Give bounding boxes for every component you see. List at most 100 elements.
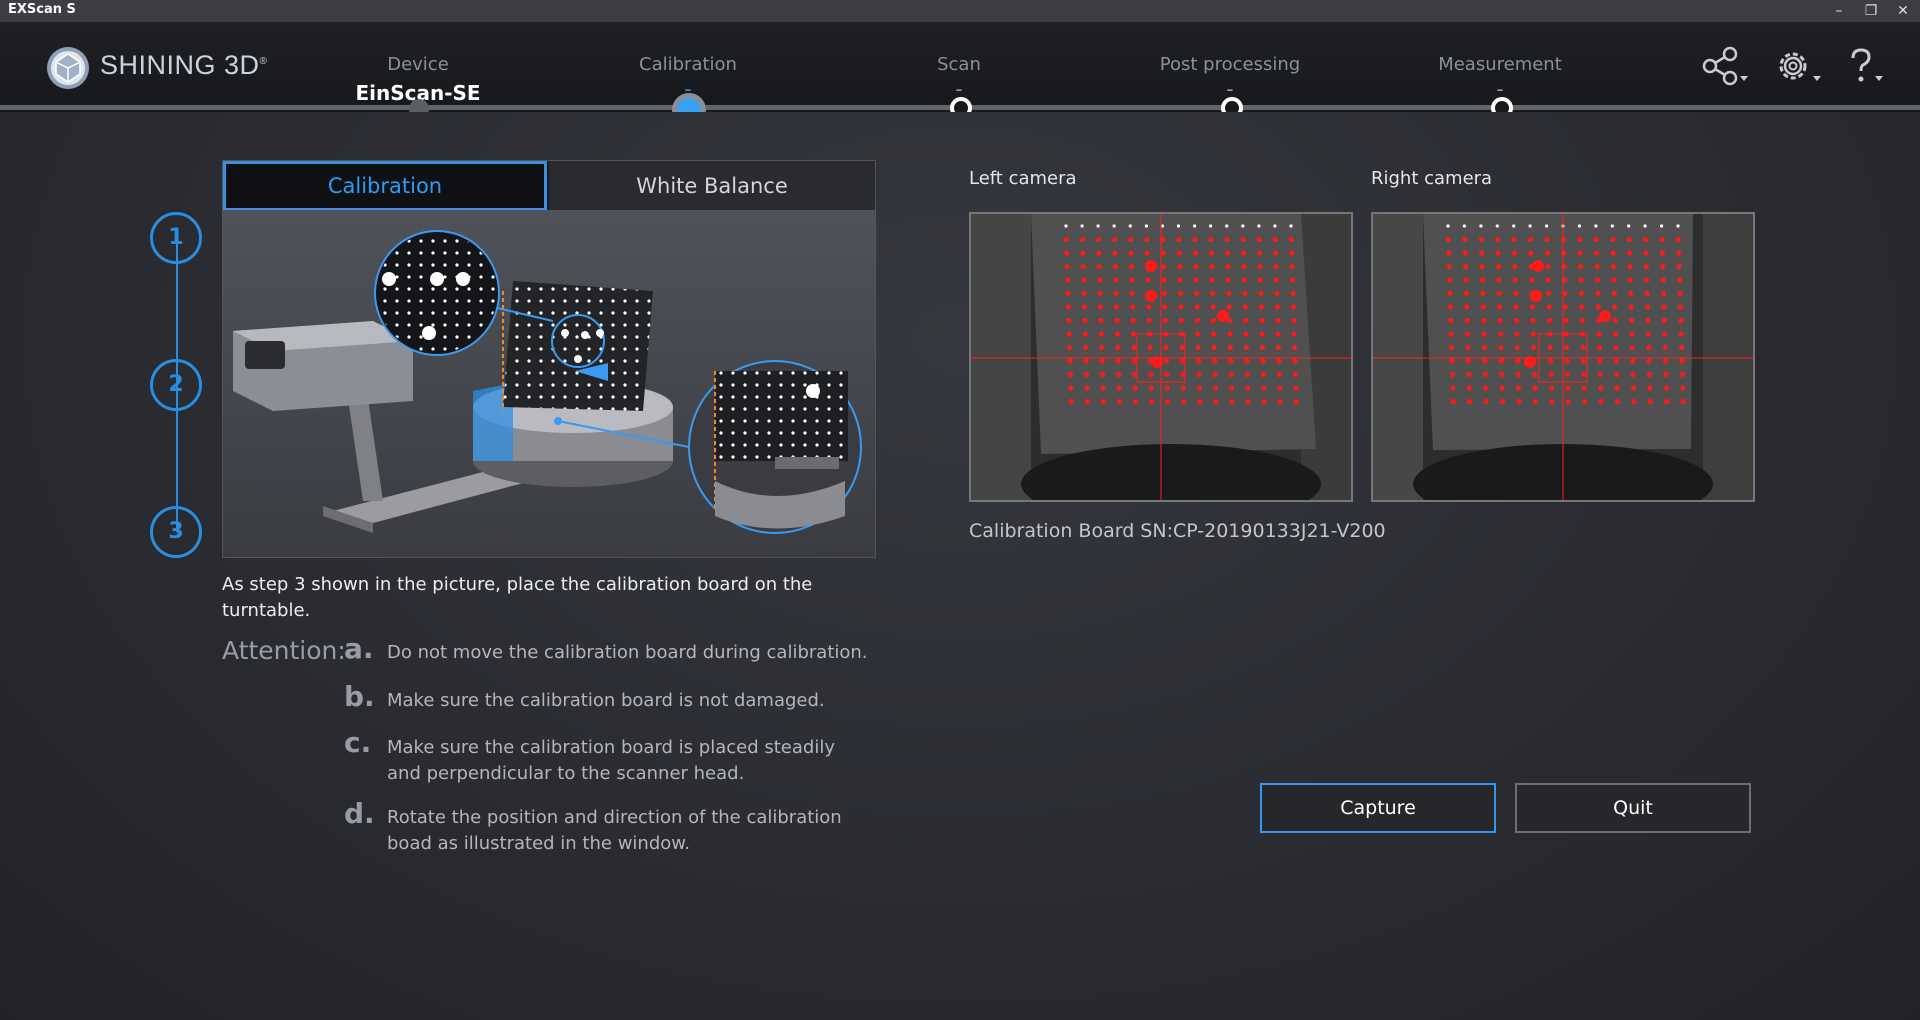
calibration-dot [1241,250,1247,256]
calibration-dot [1513,290,1519,297]
calibration-dot [1462,224,1466,228]
calibration-dot [1677,304,1683,310]
calibration-dot [1664,398,1670,405]
calibration-dot [1628,317,1635,324]
calibration-dot [1483,398,1489,405]
left-camera-image [971,214,1351,500]
step-scan[interactable]: Scan - [849,54,1069,101]
calibration-dot [1663,371,1669,378]
step-post-processing[interactable]: Post processing - [1120,54,1340,101]
step-measurement[interactable]: Measurement - [1390,54,1610,101]
calibration-dot [1661,290,1667,297]
tab-calibration[interactable]: Calibration [223,161,547,211]
calibration-illustration [222,210,876,558]
calibration-dot [1273,224,1277,228]
calibration-dot [1161,290,1167,297]
calibration-dot [1116,385,1122,391]
calibration-dot [1579,304,1585,310]
calibration-dot [1629,344,1635,351]
calibration-dot [1161,263,1167,270]
calibration-dot [1257,263,1263,270]
calibration-dot [1100,398,1106,405]
calibration-dot [1512,263,1518,270]
calibration-dot [1129,290,1135,297]
calibration-dot [1179,344,1185,351]
calibration-dot [1063,236,1069,243]
calibration-dot [1274,290,1280,297]
calibration-dot [1099,344,1105,351]
calibration-dot [1611,277,1617,283]
calibration-dot [1289,250,1295,256]
calibration-dot [1582,398,1588,405]
calibration-dot [1481,344,1488,351]
calibration-dot [1213,398,1219,405]
calibration-dot [1627,277,1633,283]
calibration-dot [1194,304,1200,310]
quit-button[interactable]: Quit [1515,783,1751,833]
calibration-dot [1241,277,1247,283]
calibration-dot [1532,385,1538,391]
right-camera-label: Right camera [1371,168,1493,189]
calibration-dot [1162,317,1168,324]
calibration-dot [1647,385,1653,391]
calibration-dot [1068,385,1074,391]
calibration-marker [1530,290,1542,302]
calibration-dot [1100,385,1106,391]
calibration-dot [1626,236,1632,243]
calibration-dot [1594,263,1600,270]
calibration-dot [1195,344,1201,351]
attention-text-b: Make sure the calibration board is not d… [387,690,825,711]
calibration-dot [1565,398,1571,405]
right-camera-image [1373,214,1753,500]
calibration-dot [1449,344,1455,351]
calibration-dot [1644,304,1651,310]
calibration-dot [1292,358,1298,364]
right-camera-view [1371,212,1755,502]
calibration-dot [1662,331,1668,337]
calibration-dot [1595,304,1601,310]
calibration-dot [1177,277,1183,283]
calibration-dot [1227,344,1233,351]
calibration-dot [1164,371,1170,378]
calibration-dot [1680,398,1686,405]
calibration-dot [1147,344,1153,351]
calibration-dot [1209,224,1213,228]
restore-button[interactable]: ❐ [1855,0,1887,22]
calibration-dot [1181,398,1187,405]
calibration-dot [1146,304,1152,310]
settings-icon[interactable] [1773,46,1827,86]
calibration-dot [1227,331,1233,337]
help-icon[interactable] [1843,46,1889,86]
calibration-dot [1612,331,1619,337]
calibration-dot [1497,304,1503,310]
window-title: EXScan S [8,2,76,17]
calibration-dot [1680,385,1686,391]
calibration-dot [1209,263,1215,270]
calibration-dot [1463,263,1469,270]
calibration-dot [1532,398,1538,405]
calibration-dot [1548,385,1554,391]
calibration-dot [1644,277,1650,283]
calibration-dot [1068,398,1074,405]
calibration-dot [1132,398,1139,405]
step-device[interactable]: Device EinScan-SE [308,54,528,105]
close-button[interactable]: ✕ [1887,0,1919,22]
calibration-dot [1067,344,1073,351]
calibration-dot [1464,304,1470,310]
calibration-dot [1561,250,1567,256]
calibration-dot [1162,304,1168,310]
instruction-text: As step 3 shown in the picture, place th… [222,574,813,621]
calibration-dot [1257,277,1264,283]
share-icon[interactable] [1700,46,1754,86]
capture-button[interactable]: Capture [1260,783,1496,833]
minimize-button[interactable]: – [1823,0,1855,22]
calibration-dot [1562,304,1568,310]
tab-white-balance[interactable]: White Balance [549,161,875,211]
calibration-dot [1131,344,1137,351]
calibration-dot [1097,304,1104,310]
step-number-3: 3 [150,506,202,558]
calibration-dot [1242,290,1248,297]
calibration-dot [1515,371,1521,378]
calibration-dot [1564,344,1570,351]
calibration-dot [1130,317,1136,324]
